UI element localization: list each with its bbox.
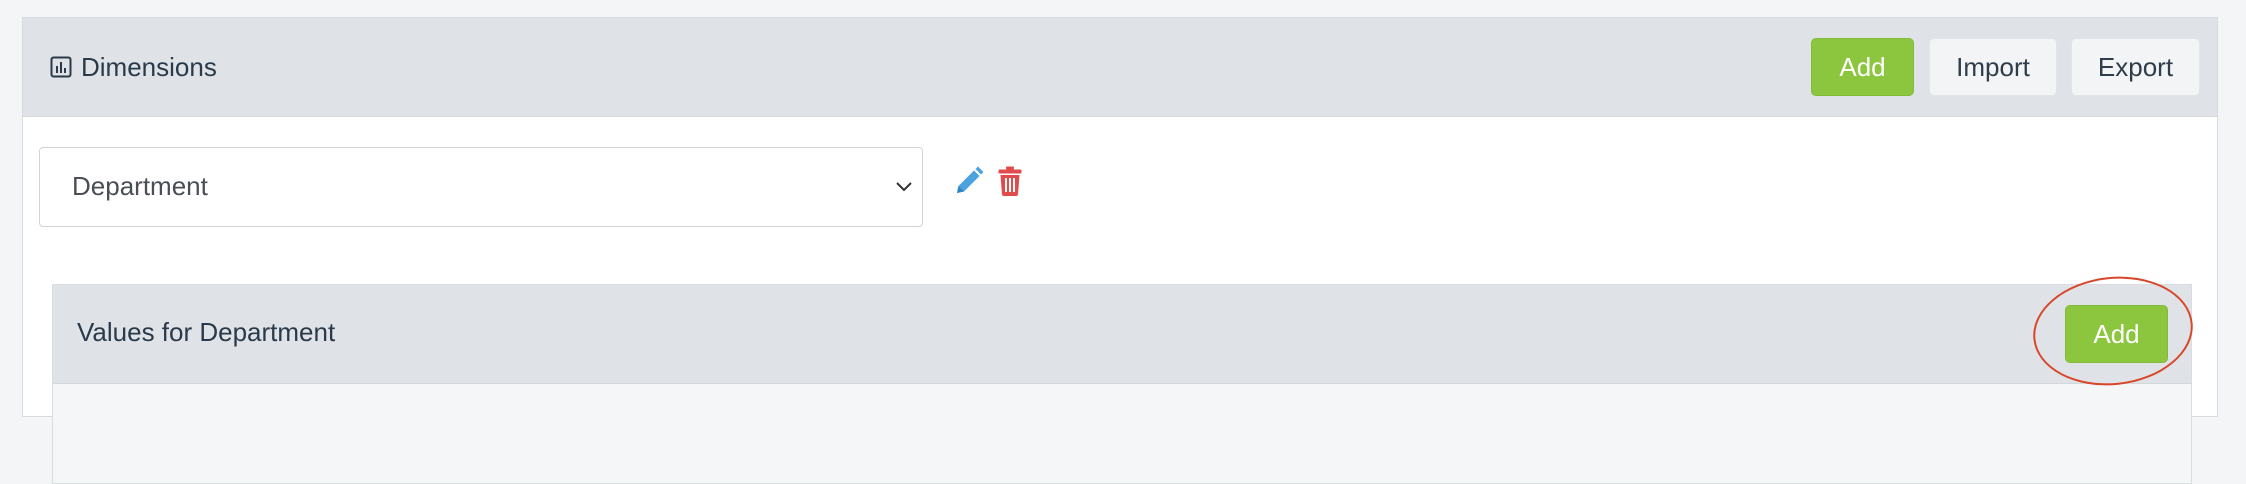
add-value-button[interactable]: Add [2065,305,2168,363]
dimensions-title: Dimensions [50,50,217,84]
add-dimension-button[interactable]: Add [1811,38,1914,96]
trash-icon[interactable] [998,166,1022,196]
chevron-down-icon [894,177,914,197]
dimensions-header: Dimensions Add Import Export [23,18,2217,117]
bar-chart-icon [50,56,72,78]
dimension-select-value: Department [72,171,208,201]
dimension-select[interactable]: Department [39,147,923,227]
export-button[interactable]: Export [2071,38,2200,96]
values-panel: Values for Department Add [52,284,2192,484]
import-button[interactable]: Import [1929,38,2057,96]
values-panel-header: Values for Department Add [53,285,2191,384]
dimensions-title-text: Dimensions [81,51,217,82]
values-panel-title: Values for Department [77,317,336,347]
pencil-icon[interactable] [954,166,984,196]
dimensions-card: Dimensions Add Import Export Department [22,17,2218,484]
